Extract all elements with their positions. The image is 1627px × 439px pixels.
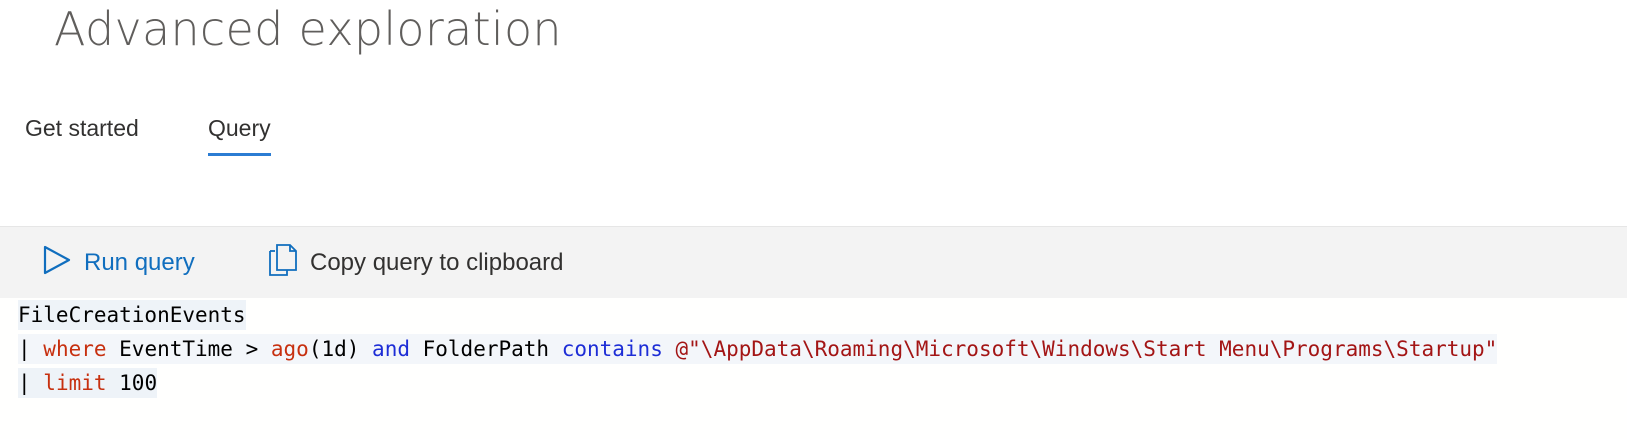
code-keyword-limit: limit — [43, 371, 107, 395]
page-title: Advanced exploration — [54, 2, 562, 56]
code-string-literal: @"\AppData\Roaming\Microsoft\Windows\Sta… — [675, 337, 1498, 361]
tab-query[interactable]: Query — [208, 115, 271, 156]
code-pipe: | — [18, 337, 44, 361]
code-line-3: | limit 100 — [18, 368, 158, 398]
code-text: EventTime > — [106, 337, 271, 361]
copy-icon — [268, 243, 310, 284]
code-line-1: FileCreationEvents — [18, 300, 246, 330]
code-keyword-contains: contains — [561, 337, 663, 361]
code-text: FolderPath — [409, 337, 562, 361]
tab-bar: Get started Query — [0, 115, 1627, 175]
code-pipe: | — [18, 371, 44, 395]
code-text: (1d) — [308, 337, 373, 361]
play-icon — [42, 244, 84, 283]
tab-get-started[interactable]: Get started — [25, 115, 139, 156]
code-keyword-and: and — [372, 337, 410, 361]
code-keyword-where: where — [43, 337, 107, 361]
copy-query-label: Copy query to clipboard — [310, 249, 564, 276]
code-text: 100 — [106, 371, 158, 395]
run-query-button[interactable]: Run query — [42, 227, 195, 299]
copy-query-button[interactable]: Copy query to clipboard — [268, 227, 563, 299]
query-editor[interactable]: FileCreationEvents | where EventTime > a… — [0, 298, 1627, 439]
run-query-label: Run query — [84, 249, 195, 276]
query-toolbar: Run query Copy query to clipboard — [0, 226, 1627, 299]
code-line-2: | where EventTime > ago(1d) and FolderPa… — [18, 334, 1498, 364]
code-table-name: FileCreationEvents — [18, 303, 246, 327]
code-function-ago: ago — [270, 337, 309, 361]
